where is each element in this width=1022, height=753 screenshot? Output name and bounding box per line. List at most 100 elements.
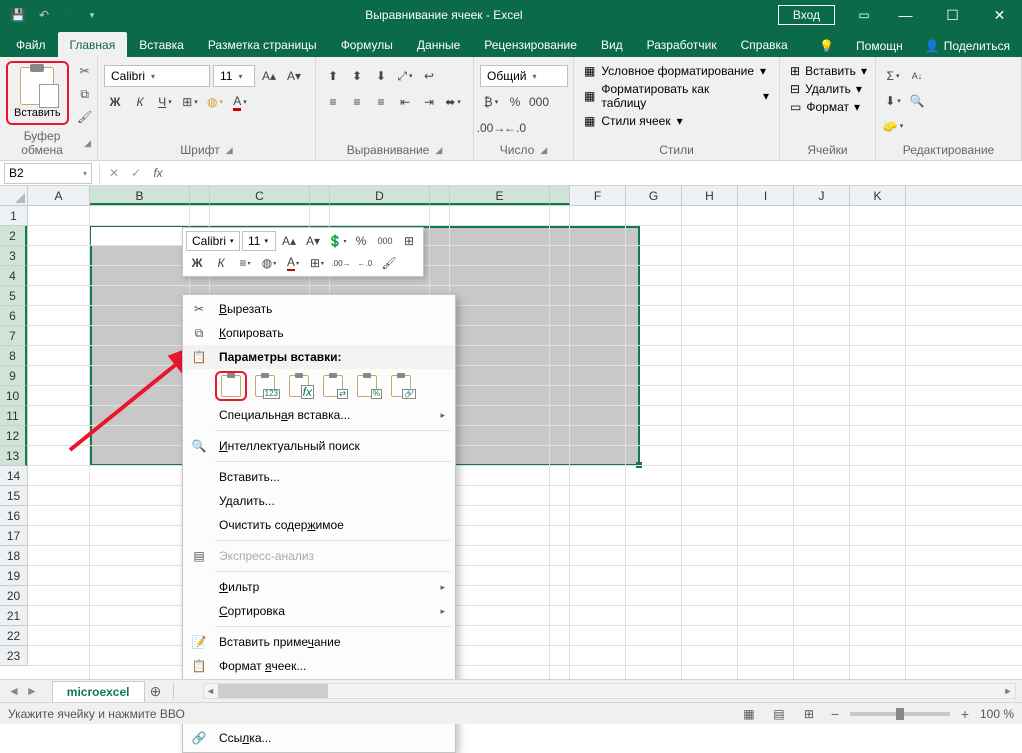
cells-area[interactable] [28,206,1022,679]
column-header[interactable]: C [210,186,310,205]
row-header[interactable]: 3 [0,246,27,266]
hscroll-right-icon[interactable]: ► [1001,684,1015,698]
tab-help[interactable]: Справка [729,32,800,57]
column-header[interactable]: I [738,186,794,205]
bold-icon[interactable]: Ж [104,91,126,113]
decrease-font-icon[interactable]: A▾ [283,65,305,87]
currency-icon[interactable]: ₿▾ [480,91,502,113]
row-header[interactable]: 10 [0,386,27,406]
sign-in-button[interactable]: Вход [778,5,835,25]
autosum-icon[interactable]: Σ▾ [882,65,904,87]
format-cells-button[interactable]: ▭Формат▾ [786,99,864,115]
mini-format-painter-icon[interactable]: 🖌 [378,253,400,273]
cut-icon[interactable]: ✂ [75,61,95,81]
zoom-level[interactable]: 100 % [980,707,1014,721]
column-header[interactable] [310,186,330,205]
cm-paste-special[interactable]: Специальная вставка...▸ [183,403,455,427]
tab-data[interactable]: Данные [405,32,472,57]
align-right-icon[interactable]: ≡ [370,91,392,113]
wrap-text-icon[interactable]: ↩ [418,65,440,87]
decrease-indent-icon[interactable]: ⇤ [394,91,416,113]
mini-dec-decimal-icon[interactable]: ←.0 [354,253,376,273]
cm-clear-contents[interactable]: Очистить содержимое [183,513,455,537]
mini-italic-icon[interactable]: К [210,253,232,273]
cm-insert[interactable]: Вставить... [183,465,455,489]
lightbulb-icon[interactable]: 💡 [813,35,840,57]
column-header[interactable] [550,186,570,205]
tab-file[interactable]: Файл [4,32,58,57]
font-size-combo[interactable]: 11▾ [213,65,255,87]
row-header[interactable]: 1 [0,206,27,226]
align-bottom-icon[interactable]: ⬇ [370,65,392,87]
mini-comma-icon[interactable]: 000 [374,231,396,251]
paste-button[interactable]: Вставить [10,65,65,121]
mini-bold-icon[interactable]: Ж [186,253,208,273]
row-header[interactable]: 17 [0,526,27,546]
column-header[interactable] [190,186,210,205]
hscroll-left-icon[interactable]: ◄ [204,684,218,698]
hscroll-thumb[interactable] [218,684,328,698]
paste-opt-values[interactable]: 123 [251,373,279,399]
worksheet-grid[interactable]: ABCDEFGHIJK 1234567891011121314151617181… [0,186,1022,679]
row-header[interactable]: 6 [0,306,27,326]
paste-opt-transpose[interactable]: ⇄ [319,373,347,399]
normal-view-icon[interactable]: ▦ [738,705,760,723]
tab-formulas[interactable]: Формулы [329,32,405,57]
find-icon[interactable]: 🔍 [906,90,928,112]
align-top-icon[interactable]: ⬆ [322,65,344,87]
mini-size-combo[interactable]: 11▾ [242,231,276,251]
borders-icon[interactable]: ⊞▾ [179,91,201,113]
close-button[interactable]: ✕ [977,0,1022,30]
conditional-formatting-button[interactable]: ▦Условное форматирование▾ [580,63,770,79]
cm-smart-lookup[interactable]: 🔍Интеллектуальный поиск [183,434,455,458]
ribbon-display-options-icon[interactable]: ▭ [847,0,881,30]
italic-icon[interactable]: К [129,91,151,113]
copy-icon[interactable]: ⧉ [75,84,95,104]
column-header[interactable]: K [850,186,906,205]
row-header[interactable]: 21 [0,606,27,626]
new-sheet-button[interactable]: ⊕ [145,683,167,700]
page-layout-view-icon[interactable]: ▤ [768,705,790,723]
row-header[interactable]: 8 [0,346,27,366]
sheet-nav-next-icon[interactable]: ► [26,684,38,698]
orientation-icon[interactable]: ⤢▾ [394,65,416,87]
minimize-button[interactable]: — [883,0,928,30]
column-header[interactable]: E [450,186,550,205]
mini-percent-icon[interactable]: % [350,231,372,251]
row-header[interactable]: 13 [0,446,27,466]
select-all-corner[interactable] [0,186,28,206]
alignment-dialog-launcher-icon[interactable]: ◢ [435,145,442,156]
zoom-out-button[interactable]: − [828,706,842,722]
format-as-table-button[interactable]: ▦Форматировать как таблицу▾ [580,81,773,111]
row-header[interactable]: 18 [0,546,27,566]
cm-cut[interactable]: ✂Вырезать [183,297,455,321]
column-header[interactable]: A [28,186,90,205]
percent-icon[interactable]: % [504,91,526,113]
paste-opt-formulas[interactable]: fx [285,373,313,399]
increase-indent-icon[interactable]: ⇥ [418,91,440,113]
tab-home[interactable]: Главная [58,32,128,57]
zoom-slider[interactable] [850,712,950,716]
horizontal-scrollbar[interactable]: ◄ ► [203,683,1017,699]
number-format-combo[interactable]: Общий▾ [480,65,568,87]
tab-view[interactable]: Вид [589,32,635,57]
row-header[interactable]: 7 [0,326,27,346]
tab-review[interactable]: Рецензирование [472,32,589,57]
mini-font-combo[interactable]: Calibri▾ [186,231,240,251]
row-headers[interactable]: 1234567891011121314151617181920212223 [0,206,28,666]
save-icon[interactable]: 💾 [6,3,30,27]
mini-decrease-font-icon[interactable]: A▾ [302,231,324,251]
mini-font-color-icon[interactable]: A▾ [282,253,304,273]
sort-filter-icon[interactable]: A↓ [906,65,928,87]
share-button[interactable]: 👤 Поделиться [919,35,1016,57]
mini-borders-icon[interactable]: ⊞ [398,231,420,251]
cm-insert-comment[interactable]: 📝Вставить примечание [183,630,455,654]
font-color-icon[interactable]: A▾ [229,91,251,113]
increase-font-icon[interactable]: A▴ [258,65,280,87]
column-header[interactable] [430,186,450,205]
align-left-icon[interactable]: ≡ [322,91,344,113]
column-header[interactable]: B [90,186,190,205]
row-header[interactable]: 2 [0,226,27,246]
sheet-nav-prev-icon[interactable]: ◄ [8,684,20,698]
row-header[interactable]: 23 [0,646,27,666]
